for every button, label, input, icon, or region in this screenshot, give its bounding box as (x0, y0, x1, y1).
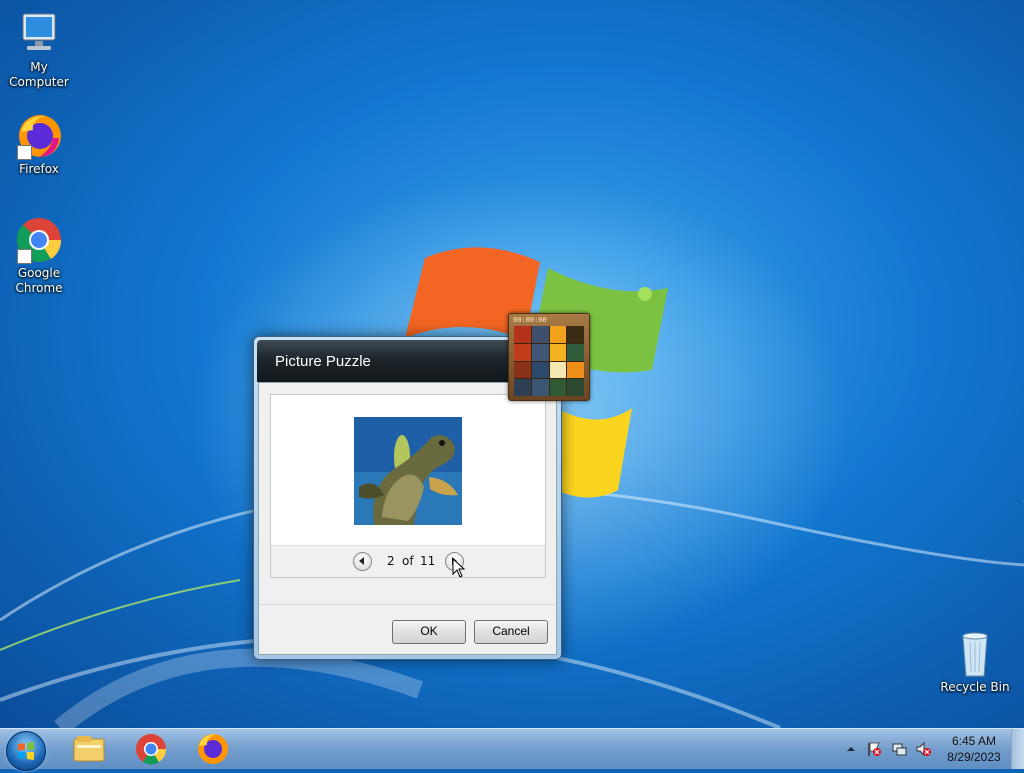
sea-turtle-image (354, 417, 462, 525)
puzzle-tile[interactable] (549, 343, 567, 361)
puzzle-tile[interactable] (531, 326, 549, 343)
computer-icon (15, 10, 63, 58)
desktop-icon-my-computer[interactable]: My Computer (0, 10, 79, 90)
puzzle-tile[interactable] (531, 343, 549, 361)
puzzle-tile[interactable] (514, 361, 531, 379)
previous-picture-button[interactable] (353, 552, 372, 571)
clock-date: 8/29/2023 (947, 750, 1001, 764)
desktop-icon-label: Recycle Bin (940, 680, 1010, 694)
puzzle-tile[interactable] (549, 361, 567, 379)
desktop-icon-recycle-bin[interactable]: Recycle Bin (935, 630, 1015, 695)
puzzle-grid[interactable] (514, 326, 584, 396)
taskbar-file-explorer[interactable] (62, 731, 116, 767)
puzzle-tile[interactable] (531, 379, 549, 396)
chevron-left-icon (359, 557, 364, 565)
dialog-title: Picture Puzzle (275, 353, 371, 370)
puzzle-tile[interactable] (514, 326, 531, 343)
desktop-icon-label: My Computer (9, 60, 69, 89)
taskbar-firefox[interactable] (186, 731, 240, 767)
mouse-cursor-icon (452, 558, 466, 578)
puzzle-tile[interactable] (549, 326, 567, 343)
taskbar-clock[interactable]: 6:45 AM 8/29/2023 (936, 733, 1012, 765)
gadget-timer: 00:00:00 (513, 316, 547, 324)
gadget-toolbar: 00:00:00 (513, 316, 586, 325)
pager-total: 11 (420, 554, 436, 568)
windows-logo-icon (18, 742, 34, 760)
desktop-icon-firefox[interactable]: Firefox (0, 112, 79, 177)
puzzle-tile[interactable] (549, 379, 567, 396)
puzzle-tile[interactable] (514, 343, 531, 361)
taskbar-google-chrome[interactable] (124, 731, 178, 767)
show-hidden-icons-icon[interactable] (843, 741, 859, 757)
picture-pager: 2 of 11 (270, 545, 546, 578)
desktop-icon-label: Firefox (19, 162, 59, 176)
pager-of-label: of (402, 554, 414, 568)
volume-muted-icon[interactable] (915, 741, 931, 757)
file-explorer-icon (73, 736, 105, 762)
ok-button[interactable]: OK (392, 620, 466, 644)
pager-current: 2 (387, 554, 395, 568)
puzzle-tile[interactable] (531, 361, 549, 379)
cancel-button[interactable]: Cancel (474, 620, 548, 644)
shortcut-arrow-icon (17, 249, 32, 264)
dialog-body: 2 of 11 OK Cancel (258, 382, 557, 655)
dialog-separator (259, 604, 556, 605)
desktop-icon-google-chrome[interactable]: Google Chrome (0, 216, 79, 296)
shortcut-arrow-icon (17, 145, 32, 160)
taskbar: 6:45 AM 8/29/2023 (0, 728, 1024, 771)
puzzle-tile[interactable] (567, 361, 584, 379)
firefox-icon (15, 112, 63, 160)
puzzle-tile[interactable] (567, 379, 584, 396)
recycle-bin-icon (951, 630, 999, 678)
picture-puzzle-gadget[interactable]: 00:00:00 (508, 313, 590, 401)
action-center-flag-icon[interactable] (866, 741, 882, 757)
chrome-icon (136, 734, 167, 765)
desktop-icon-label: Google Chrome (15, 266, 63, 295)
puzzle-tile[interactable] (567, 326, 584, 343)
picture-panel (270, 394, 546, 546)
firefox-icon (198, 734, 228, 764)
puzzle-tile[interactable] (514, 379, 531, 396)
clock-time: 6:45 AM (951, 734, 997, 748)
show-desktop-button[interactable] (1011, 729, 1024, 769)
start-button[interactable] (6, 731, 46, 771)
network-icon[interactable] (891, 741, 907, 757)
puzzle-tile[interactable] (567, 343, 584, 361)
chrome-icon (15, 216, 63, 264)
